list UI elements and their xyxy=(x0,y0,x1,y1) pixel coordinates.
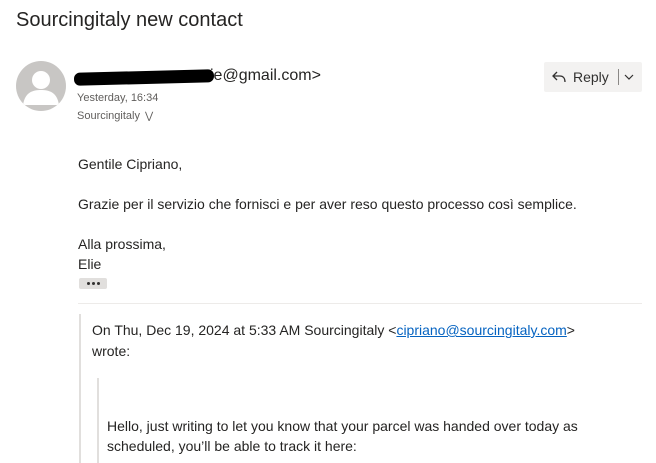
quote-border xyxy=(79,314,81,463)
quoted-text-line: Hello, just writing to let you know that… xyxy=(107,418,578,434)
email-timestamp: Yesterday, 16:34 xyxy=(77,92,159,104)
email-subject: Sourcingitaly new contact xyxy=(16,9,243,31)
body-signature: Elie xyxy=(78,256,102,272)
quote-wrote: wrote: xyxy=(92,343,131,359)
quote-intro-prefix: On Thu, Dec 19, 2024 at 5:33 AM Sourcing… xyxy=(92,322,397,338)
sender-email-text: ie@gmail.com> xyxy=(210,67,321,84)
quote-email-link[interactable]: cipriano@sourcingitaly.com xyxy=(396,322,566,338)
reply-options-dropdown[interactable] xyxy=(619,62,639,92)
inner-quote-border xyxy=(97,378,99,463)
body-paragraph: Grazie per il servizio che fornisci e pe… xyxy=(78,196,577,212)
reply-button-group: Reply xyxy=(544,62,642,92)
body-closing: Alla prossima, xyxy=(78,236,166,252)
dot xyxy=(91,282,95,285)
recipient-name: Sourcingitaly xyxy=(77,110,140,122)
person-icon xyxy=(23,71,59,105)
quote-divider xyxy=(78,303,642,304)
reply-arrow-icon xyxy=(552,71,566,83)
body-greeting: Gentile Cipriano, xyxy=(78,156,183,172)
quote-intro-suffix: > xyxy=(566,322,575,338)
dot xyxy=(96,282,100,285)
quote-intro: On Thu, Dec 19, 2024 at 5:33 AM Sourcing… xyxy=(92,322,575,338)
chevron-down-icon xyxy=(624,74,634,80)
sender-avatar[interactable] xyxy=(16,61,66,111)
dot xyxy=(86,282,90,285)
email-reading-pane: Sourcingitaly new contact ie@gmail.com> … xyxy=(0,0,656,463)
show-trimmed-content-button[interactable] xyxy=(79,278,107,289)
reply-button[interactable]: Reply xyxy=(544,62,609,92)
quoted-text-line: scheduled, you’ll be able to track it he… xyxy=(107,438,357,454)
reply-label: Reply xyxy=(573,69,609,85)
recipient-field[interactable]: Sourcingitaly ⋁ xyxy=(77,110,153,122)
expand-recipients-icon[interactable]: ⋁ xyxy=(145,111,153,122)
